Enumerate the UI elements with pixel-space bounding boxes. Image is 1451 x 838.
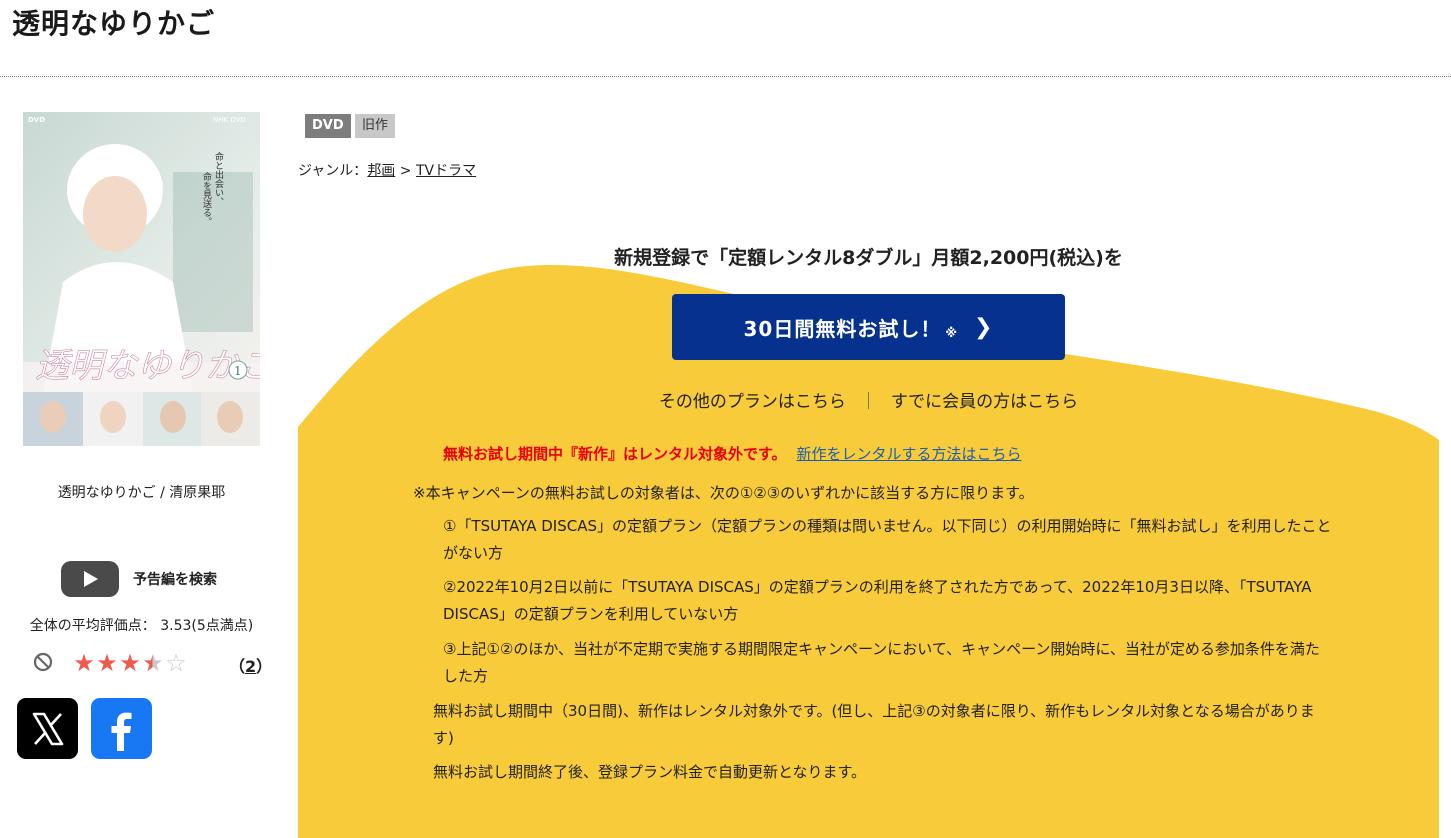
youtube-play-icon [61, 561, 119, 597]
terms-item-2: ②2022年10月2日以前に「TSUTAYA DISCAS」の定額プランの利用を… [443, 578, 1312, 623]
new-release-warning: 無料お試し期間中『新作』はレンタル対象外です。 新作をレンタルする方法はこちら [443, 443, 1022, 464]
cover-title-script: 透明なゆりかご [35, 346, 260, 386]
plan-links-separator: ｜ [859, 392, 877, 412]
star-half-icon: ★ [142, 649, 164, 677]
share-facebook-button[interactable] [91, 698, 152, 759]
format-badge-dvd: DVD [305, 114, 351, 138]
new-release-rental-link[interactable]: 新作をレンタルする方法はこちら [797, 445, 1022, 463]
rating-row: ★ ★ ★ ★ ☆ （2） [32, 649, 272, 677]
genre-label: ジャンル： [298, 163, 368, 179]
star-rating: ★ ★ ★ ★ ☆ [72, 649, 187, 677]
genre-breadcrumb: ジャンル：邦画 > TVドラマ [298, 160, 476, 180]
plan-links: その他のプランはこちら ｜ すでに会員の方はこちら [298, 387, 1439, 412]
title-divider [0, 76, 1451, 77]
facebook-logo-icon [111, 712, 131, 751]
page-title: 透明なゆりかご [12, 7, 216, 40]
cover-brand-mark: NHK DVD [213, 116, 246, 124]
cover-volume: 1 [234, 364, 242, 378]
star-full-icon: ★ [73, 649, 95, 677]
review-count-close: ） [256, 657, 273, 676]
cover-tagline-2: 命を見送る。 [201, 171, 212, 226]
trailer-search-button[interactable]: 予告編を検索 [61, 561, 217, 597]
free-trial-button[interactable]: 30日間無料お試し！ ※ ❯ [672, 294, 1065, 360]
free-trial-note-mark: ※ [945, 326, 959, 340]
terms-intro: ※本キャンペーンの無料お試しの対象者は、次の①②③のいずれかに該当する方に限りま… [413, 484, 1034, 502]
chevron-right-icon: ❯ [974, 314, 994, 340]
free-trial-label: 30日間無料お試し！ [743, 316, 942, 341]
other-plans-link[interactable]: その他のプランはこちら [659, 392, 846, 412]
genre-link-japanese-film[interactable]: 邦画 [367, 163, 395, 179]
x-logo-icon [32, 712, 63, 745]
promo-headline: 新規登録で「定額レンタル8ダブル」月額2,200円(税込)を [614, 247, 1123, 269]
average-rating-text: 全体の平均評価点： 3.53(5点満点) [29, 618, 254, 634]
release-badge-old: 旧作 [355, 114, 396, 138]
product-cover-image[interactable]: DVD NHK DVD 命と出会い、 命を見送る。 透明なゆりかご 1 [23, 112, 260, 446]
star-full-icon: ★ [96, 649, 118, 677]
cover-dvd-mark: DVD [28, 116, 45, 124]
terms-note-new-releases: 無料お試し期間中（30日間)、新作はレンタル対象外です。(但し、上記③の対象者に… [433, 702, 1315, 747]
terms-item-3: ③上記①②のほか、当社が不定期で実施する期間限定キャンペーンにおいて、キャンペー… [443, 640, 1320, 685]
terms-item-1: ①「TSUTAYA DISCAS」の定額プラン（定額プランの種類は問いません。以… [443, 517, 1332, 562]
genre-separator: > [395, 163, 416, 179]
review-count: （2） [229, 653, 272, 677]
cover-caption: 透明なゆりかご / 清原果耶 [57, 485, 226, 501]
share-x-button[interactable] [17, 698, 78, 759]
new-release-warning-text: 無料お試し期間中『新作』はレンタル対象外です。 [443, 445, 787, 463]
star-full-icon: ★ [119, 649, 141, 677]
star-empty-icon: ☆ [165, 649, 187, 677]
genre-link-tv-drama[interactable]: TVドラマ [416, 163, 476, 179]
trailer-search-label: 予告編を検索 [133, 572, 217, 588]
review-count-link[interactable]: 2 [245, 657, 256, 676]
no-entry-icon[interactable] [32, 651, 54, 673]
cover-tagline-1: 命と出会い、 [213, 151, 224, 206]
review-count-open: （ [229, 657, 246, 676]
members-login-link[interactable]: すでに会員の方はこちら [891, 392, 1078, 412]
terms-note-auto-renew: 無料お試し期間終了後、登録プラン料金で自動更新となります。 [433, 763, 867, 781]
